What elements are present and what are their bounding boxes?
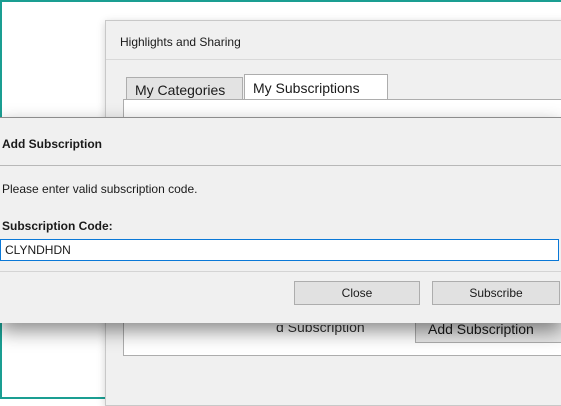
dialog-header-divider: [0, 165, 561, 166]
dialog-title: Add Subscription: [2, 137, 102, 151]
title-divider: [106, 59, 561, 60]
dialog-message: Please enter valid subscription code.: [2, 182, 198, 196]
tab-my-categories[interactable]: My Categories: [126, 77, 243, 100]
subscribe-button[interactable]: Subscribe: [432, 281, 560, 305]
dialog-footer-divider: [0, 271, 561, 272]
close-button[interactable]: Close: [294, 281, 420, 305]
tab-my-subscriptions[interactable]: My Subscriptions: [244, 74, 388, 100]
subscription-code-input[interactable]: [0, 239, 559, 261]
subscription-code-label: Subscription Code:: [2, 219, 113, 233]
window-title: Highlights and Sharing: [120, 35, 241, 49]
add-subscription-dialog: Add Subscription Please enter valid subs…: [0, 117, 561, 323]
